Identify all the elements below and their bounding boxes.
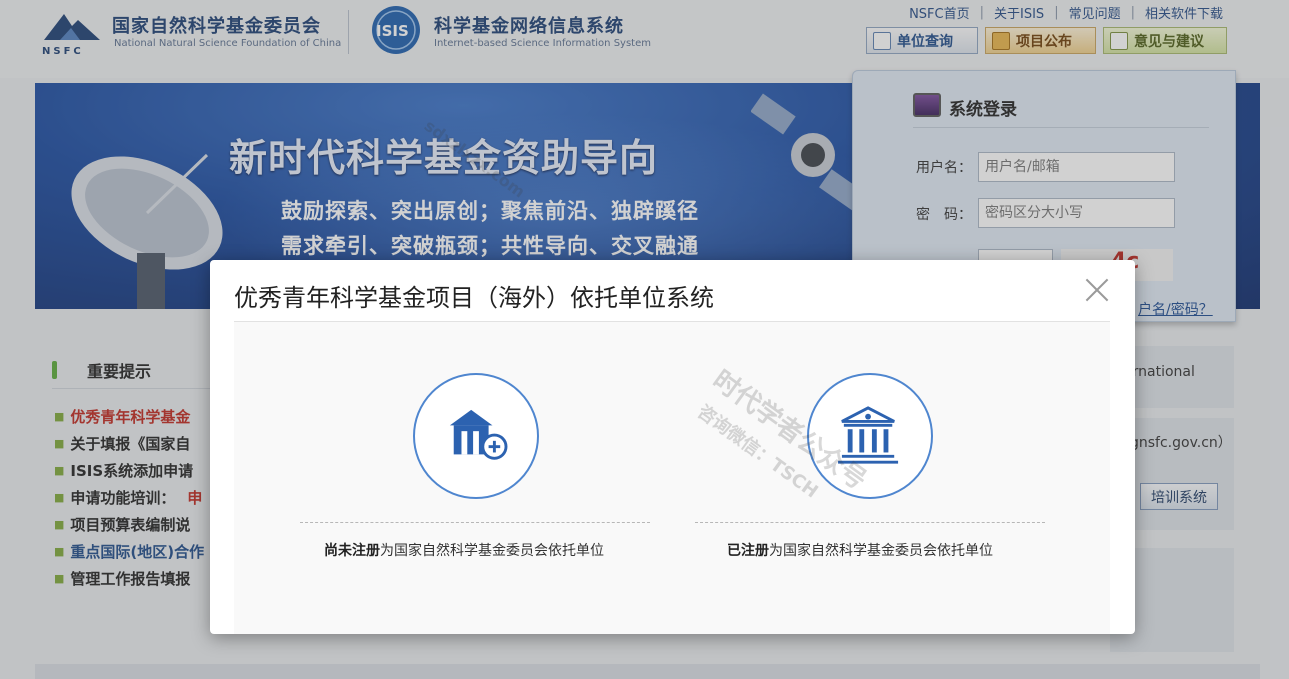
building-add-icon	[449, 409, 508, 460]
option-registered-divider	[695, 522, 1045, 523]
option-unregistered-label[interactable]: 尚未注册为国家自然科学基金委员会依托单位	[324, 540, 604, 560]
unit-system-modal: 优秀青年科学基金项目（海外）依托单位系统 尚未注册为国家自然科学基金委员会依托单…	[210, 260, 1135, 634]
option-unregistered-circle[interactable]	[413, 373, 539, 499]
option-unregistered[interactable]: 尚未注册为国家自然科学基金委员会依托单位	[300, 260, 660, 559]
option-unregistered-divider	[300, 522, 650, 523]
option-registered-circle[interactable]	[807, 373, 933, 499]
modal-body: 尚未注册为国家自然科学基金委员会依托单位 已注册为国家自然科学基金委员会依托单位	[234, 322, 1110, 634]
close-icon[interactable]	[1085, 278, 1109, 302]
option-registered-label[interactable]: 已注册为国家自然科学基金委员会依托单位	[727, 540, 993, 560]
institution-icon	[838, 406, 899, 464]
option-registered[interactable]: 已注册为国家自然科学基金委员会依托单位	[695, 260, 1055, 559]
